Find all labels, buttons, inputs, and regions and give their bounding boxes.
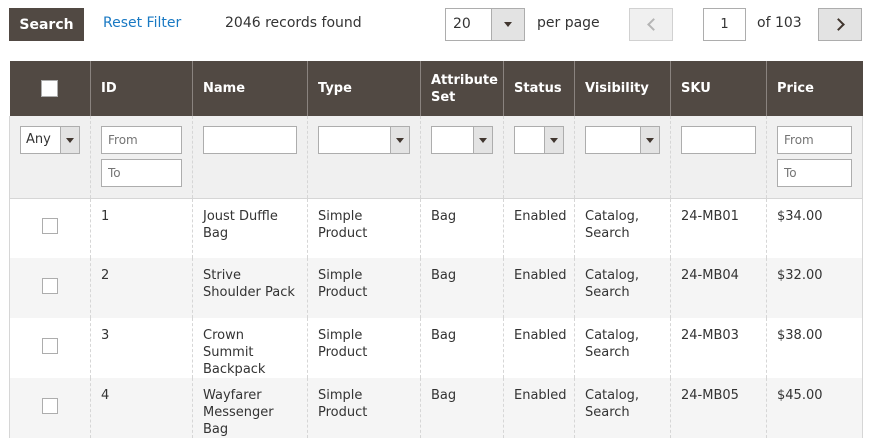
- cell-price: $38.00: [766, 318, 863, 378]
- table-row[interactable]: 4 Wayfarer Messenger Bag Simple Product …: [9, 378, 863, 438]
- cell-name: Wayfarer Messenger Bag: [192, 378, 308, 438]
- reset-filter-link[interactable]: Reset Filter: [103, 15, 181, 31]
- cell-status: Enabled: [503, 378, 575, 438]
- column-header-status[interactable]: Status: [503, 61, 575, 116]
- chevron-left-icon: [646, 18, 660, 31]
- name-filter-input[interactable]: [203, 126, 297, 154]
- cell-type: Simple Product: [307, 258, 421, 318]
- row-checkbox[interactable]: [42, 337, 58, 354]
- chevron-down-icon[interactable]: [491, 9, 524, 40]
- cell-attribute-set: Bag: [420, 198, 504, 258]
- mass-action-filter-value: Any: [26, 132, 51, 147]
- grid-toolbar: Search Reset Filter 2046 records found 2…: [0, 0, 875, 52]
- grid-header-row: ID Name Type Attribute Set Status Visibi…: [9, 61, 863, 116]
- cell-name: Joust Duffle Bag: [192, 198, 308, 258]
- column-header-type[interactable]: Type: [307, 61, 421, 116]
- column-header-sku[interactable]: SKU: [670, 61, 767, 116]
- status-filter-select[interactable]: [514, 126, 564, 154]
- total-pages-label: of 103: [757, 15, 802, 31]
- filter-row: Any: [9, 116, 863, 199]
- filter-cell-sku: [670, 116, 767, 199]
- filter-cell-id: [90, 116, 193, 199]
- chevron-down-icon[interactable]: [640, 127, 659, 153]
- select-all-checkbox[interactable]: [41, 80, 59, 97]
- filter-cell-type: [307, 116, 421, 199]
- cell-sku: 24-MB03: [670, 318, 767, 378]
- chevron-down-icon[interactable]: [544, 127, 563, 153]
- chevron-down-icon[interactable]: [390, 127, 409, 153]
- cell-attribute-set: Bag: [420, 318, 504, 378]
- cell-status: Enabled: [503, 198, 575, 258]
- column-header-name[interactable]: Name: [192, 61, 308, 116]
- cell-visibility: Catalog, Search: [574, 258, 671, 318]
- id-to-input[interactable]: [101, 159, 182, 187]
- filter-cell-name: [192, 116, 308, 199]
- sku-filter-input[interactable]: [681, 126, 756, 154]
- search-button[interactable]: Search: [9, 8, 84, 41]
- price-from-input[interactable]: [777, 126, 852, 154]
- row-checkbox[interactable]: [42, 277, 58, 294]
- column-header-visibility[interactable]: Visibility: [574, 61, 671, 116]
- cell-price: $34.00: [766, 198, 863, 258]
- cell-attribute-set: Bag: [420, 378, 504, 438]
- cell-price: $45.00: [766, 378, 863, 438]
- cell-id: 4: [90, 378, 193, 438]
- cell-attribute-set: Bag: [420, 258, 504, 318]
- cell-visibility: Catalog, Search: [574, 198, 671, 258]
- filter-cell-visibility: [574, 116, 671, 199]
- column-header-id[interactable]: ID: [90, 61, 193, 116]
- type-filter-select[interactable]: [318, 126, 410, 154]
- row-checkbox[interactable]: [42, 397, 58, 414]
- cell-status: Enabled: [503, 258, 575, 318]
- id-from-input[interactable]: [101, 126, 182, 154]
- cell-type: Simple Product: [307, 198, 421, 258]
- column-header-attribute-set[interactable]: Attribute Set: [420, 61, 504, 116]
- filter-cell-mass-action: Any: [9, 116, 91, 199]
- chevron-right-icon: [831, 18, 845, 31]
- cell-name: Crown Summit Backpack: [192, 318, 308, 378]
- current-page-input[interactable]: [703, 8, 746, 41]
- chevron-down-icon[interactable]: [473, 127, 492, 153]
- chevron-down-icon[interactable]: [60, 127, 79, 153]
- cell-status: Enabled: [503, 318, 575, 378]
- next-page-button[interactable]: [818, 8, 862, 41]
- cell-id: 3: [90, 318, 193, 378]
- table-row[interactable]: 1 Joust Duffle Bag Simple Product Bag En…: [9, 198, 863, 258]
- row-select-cell: [9, 198, 91, 258]
- cell-price: $32.00: [766, 258, 863, 318]
- column-header-price[interactable]: Price: [766, 61, 863, 116]
- cell-sku: 24-MB04: [670, 258, 767, 318]
- cell-id: 2: [90, 258, 193, 318]
- records-found-count: 2046 records found: [225, 15, 362, 31]
- filter-cell-attribute-set: [420, 116, 504, 199]
- visibility-filter-select[interactable]: [585, 126, 660, 154]
- table-row[interactable]: 3 Crown Summit Backpack Simple Product B…: [9, 318, 863, 378]
- price-to-input[interactable]: [777, 159, 852, 187]
- cell-name: Strive Shoulder Pack: [192, 258, 308, 318]
- per-page-value: 20: [453, 16, 471, 32]
- per-page-label: per page: [537, 15, 600, 31]
- mass-action-filter-select[interactable]: Any: [20, 126, 80, 154]
- cell-sku: 24-MB05: [670, 378, 767, 438]
- row-select-cell: [9, 318, 91, 378]
- row-checkbox[interactable]: [42, 217, 58, 234]
- header-select-all[interactable]: [9, 61, 91, 116]
- row-select-cell: [9, 378, 91, 438]
- product-grid: ID Name Type Attribute Set Status Visibi…: [9, 61, 863, 438]
- attribute-set-filter-select[interactable]: [431, 126, 493, 154]
- cell-type: Simple Product: [307, 378, 421, 438]
- filter-cell-status: [503, 116, 575, 199]
- cell-visibility: Catalog, Search: [574, 318, 671, 378]
- filter-cell-price: [766, 116, 863, 199]
- cell-id: 1: [90, 198, 193, 258]
- cell-sku: 24-MB01: [670, 198, 767, 258]
- cell-visibility: Catalog, Search: [574, 378, 671, 438]
- row-select-cell: [9, 258, 91, 318]
- table-row[interactable]: 2 Strive Shoulder Pack Simple Product Ba…: [9, 258, 863, 318]
- previous-page-button[interactable]: [629, 8, 673, 41]
- cell-type: Simple Product: [307, 318, 421, 378]
- per-page-select[interactable]: 20: [445, 8, 525, 41]
